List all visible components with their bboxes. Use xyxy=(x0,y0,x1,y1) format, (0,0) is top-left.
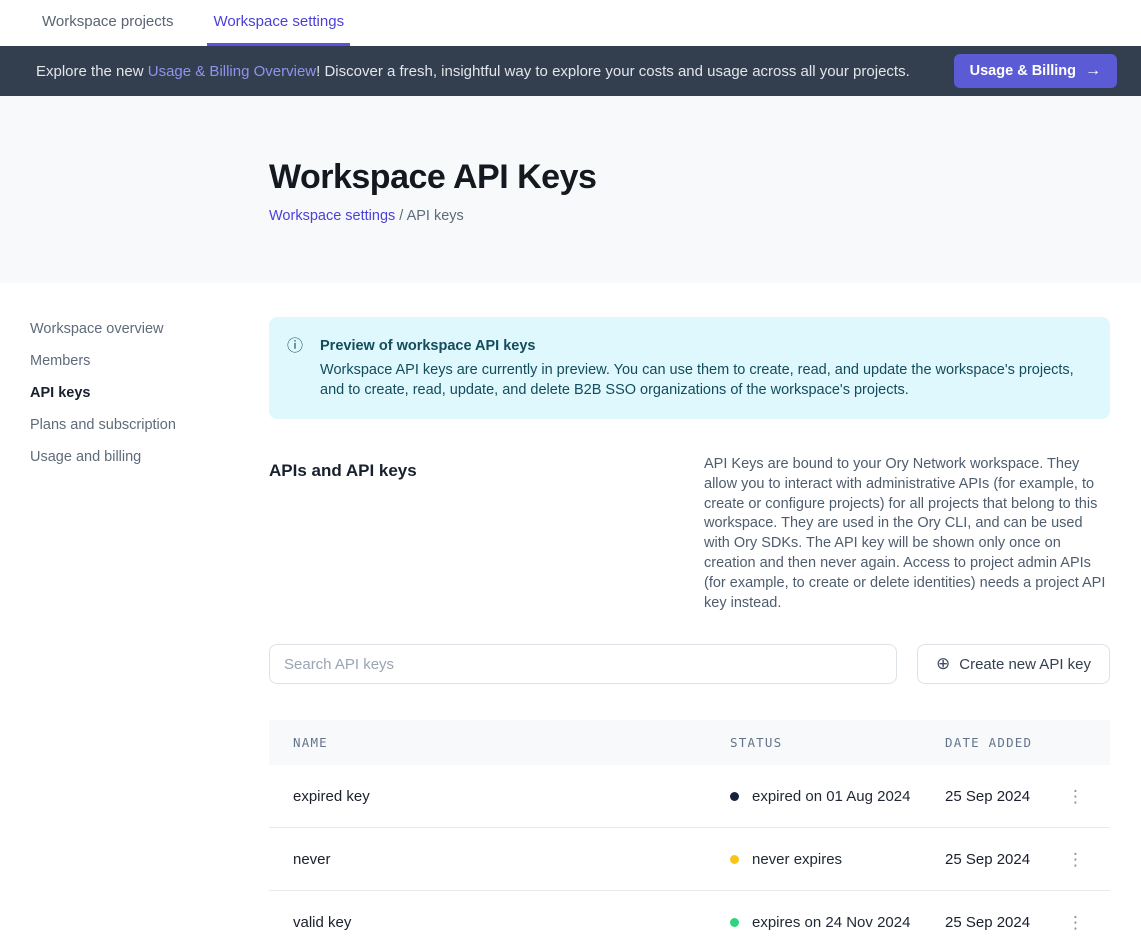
api-key-status: expired on 01 Aug 2024 xyxy=(730,788,945,805)
table-actions: ⊕ Create new API key xyxy=(269,644,1110,684)
usage-billing-overview-link[interactable]: Usage & Billing Overview xyxy=(148,63,316,80)
info-icon: ⓘ xyxy=(287,336,303,400)
tab-workspace-settings[interactable]: Workspace settings xyxy=(207,0,350,46)
status-text: never expires xyxy=(752,851,842,868)
sidebar-item-workspace-overview[interactable]: Workspace overview xyxy=(30,313,269,345)
top-tab-bar: Workspace projects Workspace settings xyxy=(0,0,1141,46)
preview-callout-text: Preview of workspace API keys Workspace … xyxy=(320,336,1086,400)
apis-section: APIs and API keys API Keys are bound to … xyxy=(269,455,1110,613)
api-key-status: never expires xyxy=(730,851,945,868)
breadcrumb: Workspace settings / API keys xyxy=(269,208,1141,224)
main-layout: Workspace overview Members API keys Plan… xyxy=(0,283,1141,940)
api-key-status: expires on 24 Nov 2024 xyxy=(730,914,945,931)
table-row: valid key expires on 24 Nov 2024 25 Sep … xyxy=(269,891,1110,940)
kebab-menu-icon[interactable]: ⋮ xyxy=(1065,847,1086,872)
status-dot-icon xyxy=(730,792,739,801)
kebab-menu-icon[interactable]: ⋮ xyxy=(1065,910,1086,935)
preview-callout-body: Workspace API keys are currently in prev… xyxy=(320,360,1086,400)
usage-billing-button-label: Usage & Billing xyxy=(970,63,1076,79)
promo-banner: Explore the new Usage & Billing Overview… xyxy=(0,46,1141,96)
breadcrumb-workspace-settings-link[interactable]: Workspace settings xyxy=(269,208,395,224)
status-dot-icon xyxy=(730,855,739,864)
preview-callout-title: Preview of workspace API keys xyxy=(320,336,1086,356)
column-header-date-added: DATE ADDED xyxy=(945,735,1064,750)
api-key-name: never xyxy=(293,851,730,868)
create-api-key-button[interactable]: ⊕ Create new API key xyxy=(917,644,1110,684)
tab-workspace-projects[interactable]: Workspace projects xyxy=(36,0,179,46)
search-input[interactable] xyxy=(269,644,897,684)
settings-sidebar: Workspace overview Members API keys Plan… xyxy=(0,283,269,473)
sidebar-item-usage-and-billing[interactable]: Usage and billing xyxy=(30,441,269,473)
create-api-key-label: Create new API key xyxy=(959,656,1091,673)
status-text: expires on 24 Nov 2024 xyxy=(752,914,910,931)
table-header-row: NAME STATUS DATE ADDED xyxy=(269,720,1110,765)
page-title: Workspace API Keys xyxy=(269,158,1141,197)
usage-billing-button[interactable]: Usage & Billing → xyxy=(954,54,1117,88)
table-row: never never expires 25 Sep 2024 ⋮ xyxy=(269,828,1110,891)
api-key-name: expired key xyxy=(293,788,730,805)
promo-banner-text: Explore the new Usage & Billing Overview… xyxy=(36,63,954,80)
status-text: expired on 01 Aug 2024 xyxy=(752,788,910,805)
breadcrumb-separator: / xyxy=(395,208,406,224)
column-header-status: STATUS xyxy=(730,735,945,750)
banner-text-after: ! Discover a fresh, insightful way to ex… xyxy=(316,63,910,80)
status-dot-icon xyxy=(730,918,739,927)
sidebar-item-api-keys[interactable]: API keys xyxy=(30,377,269,409)
api-key-name: valid key xyxy=(293,914,730,931)
section-heading: APIs and API keys xyxy=(269,455,417,613)
preview-callout: ⓘ Preview of workspace API keys Workspac… xyxy=(269,317,1110,419)
column-header-name: NAME xyxy=(293,735,730,750)
breadcrumb-current: API keys xyxy=(407,208,464,224)
date-added: 25 Sep 2024 xyxy=(945,788,1064,805)
banner-text-before: Explore the new xyxy=(36,63,148,80)
section-description: API Keys are bound to your Ory Network w… xyxy=(704,455,1110,613)
date-added: 25 Sep 2024 xyxy=(945,914,1064,931)
date-added: 25 Sep 2024 xyxy=(945,851,1064,868)
sidebar-item-members[interactable]: Members xyxy=(30,345,269,377)
api-keys-table: NAME STATUS DATE ADDED expired key expir… xyxy=(269,720,1110,940)
sidebar-item-plans-and-subscription[interactable]: Plans and subscription xyxy=(30,409,269,441)
content-area: ⓘ Preview of workspace API keys Workspac… xyxy=(269,283,1110,940)
plus-circle-icon: ⊕ xyxy=(936,654,950,674)
page-header: Workspace API Keys Workspace settings / … xyxy=(0,96,1141,283)
arrow-right-icon: → xyxy=(1085,62,1101,80)
table-row: expired key expired on 01 Aug 2024 25 Se… xyxy=(269,765,1110,828)
kebab-menu-icon[interactable]: ⋮ xyxy=(1065,784,1086,809)
